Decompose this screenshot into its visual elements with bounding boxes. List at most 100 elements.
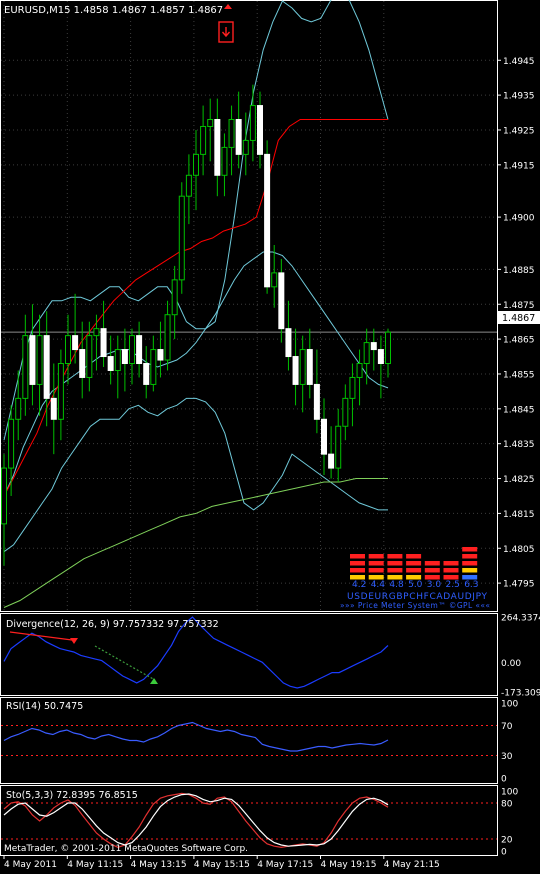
chart-title: EURUSD,M15 1.4858 1.4867 1.4857 1.4867	[4, 5, 223, 16]
candle-body	[235, 119, 242, 155]
price-tick-label: 1.4885	[503, 266, 535, 276]
candle-body	[299, 349, 306, 385]
candle-body	[150, 349, 157, 385]
meter-bar	[462, 561, 478, 566]
candle-body	[363, 342, 370, 365]
candle-body	[285, 328, 292, 358]
indicator-tick-label: 0	[501, 775, 507, 785]
meter-bar	[350, 568, 365, 573]
candle-body	[356, 363, 363, 378]
price-panel	[1, 0, 497, 608]
candle-body	[328, 453, 335, 469]
meter-bar	[368, 568, 384, 573]
candle-body	[228, 119, 235, 148]
indicator-tick-label: 0.00	[501, 659, 521, 669]
meter-bar	[406, 575, 422, 580]
candle-body	[335, 425, 342, 469]
meter-value: 4.8	[389, 580, 404, 590]
meter-bar	[387, 554, 403, 559]
candle-body	[342, 397, 349, 427]
candle-body	[171, 279, 178, 316]
meter-bar	[443, 568, 459, 573]
meter-bar	[462, 547, 478, 552]
candle-body	[185, 174, 192, 197]
candle-body	[349, 376, 356, 399]
price-tick-label: 1.4865	[503, 336, 535, 346]
candle-body	[264, 153, 271, 288]
meter-bar	[462, 568, 478, 573]
meter-bar	[443, 575, 459, 580]
candle-body	[22, 335, 29, 399]
meter-bar	[350, 575, 365, 580]
meter-bar	[443, 561, 459, 566]
up-arrow-icon	[150, 678, 158, 684]
price-tick-label: 1.4815	[503, 510, 535, 520]
time-axis: 4 May 2011 4 May 11:15 4 May 13:15 4 May 15…	[3, 855, 440, 870]
candle-body	[249, 105, 256, 141]
meter-value: 6.3	[464, 580, 478, 590]
candle-body	[93, 328, 100, 337]
candle-body	[72, 335, 79, 351]
meter-value: 4.2	[352, 580, 366, 590]
price-tick-label: 1.4845	[503, 405, 535, 415]
candle-body	[143, 363, 150, 385]
indicator-tick-label: 100	[501, 788, 518, 798]
indicator-tick-label: 264.3374	[501, 614, 540, 624]
sto-signal-line	[3, 793, 389, 847]
meter-bar	[406, 554, 422, 559]
time-tick-label: 4 May 2011	[4, 860, 57, 870]
meter-bar	[424, 575, 440, 580]
candle-body	[164, 314, 171, 361]
meter-value: 3.0	[427, 580, 442, 590]
candle-body	[313, 383, 320, 420]
meter-bar	[387, 561, 403, 566]
rsi-title: RSI(14) 50.7475	[6, 701, 83, 712]
candle-body	[193, 153, 199, 176]
candle-body	[377, 349, 384, 365]
candle-body	[79, 349, 86, 378]
meter-bar	[368, 554, 384, 559]
indicator-tick-label: 0	[501, 848, 507, 858]
indicator-tick-label: 70	[501, 722, 513, 732]
candle-body	[29, 335, 36, 385]
meter-value: 2.5	[446, 580, 460, 590]
candle-body	[100, 328, 107, 358]
copyright-text: MetaTrader, © 2001-2011 MetaQuotes Softw…	[4, 844, 248, 854]
moving-average-green	[3, 478, 388, 608]
candle-body	[15, 397, 22, 420]
meter-bar	[462, 554, 478, 559]
rsi-panel: 100 70 30 0	[1, 700, 518, 785]
meter-bar	[406, 561, 422, 566]
candle-body	[306, 349, 313, 385]
current-price-tag: 1.4867	[498, 311, 540, 324]
indicator-tick-label: 100	[501, 700, 518, 710]
price-tick-label: 1.4935	[503, 92, 535, 102]
sto-title: Sto(5,3,3) 72.8395 76.8515	[6, 790, 138, 801]
meter-value: 4.4	[371, 580, 386, 590]
time-tick-label: 4 May 11:15	[67, 860, 123, 870]
meter-bar	[387, 575, 403, 580]
indicator-tick-label: 30	[501, 752, 513, 762]
panel-frames	[0, 0, 498, 856]
indicator-tick-label: 80	[501, 800, 513, 810]
candle-body	[43, 335, 50, 399]
price-tick-label: 1.4945	[503, 57, 535, 67]
candle-body	[271, 272, 278, 288]
candle-body	[370, 342, 377, 351]
candle-body	[57, 363, 64, 420]
price-tick-label: 1.4900	[503, 214, 535, 224]
price-tick-label: 1.4805	[503, 545, 535, 555]
time-tick-label: 4 May 17:15	[257, 860, 313, 870]
candle-body	[221, 146, 228, 176]
price-tick-label: 1.4915	[503, 161, 535, 171]
candle-body	[214, 119, 221, 176]
time-tick-label: 4 May 19:15	[321, 860, 377, 870]
candle-body	[207, 119, 214, 127]
indicator-tick-label: 20	[501, 836, 513, 846]
candle-body	[136, 335, 143, 365]
candle-body	[292, 356, 299, 385]
meter-bar	[350, 561, 365, 566]
candle-body	[86, 335, 93, 378]
current-price-value: 1.4867	[502, 313, 535, 324]
candle-body	[278, 272, 285, 330]
